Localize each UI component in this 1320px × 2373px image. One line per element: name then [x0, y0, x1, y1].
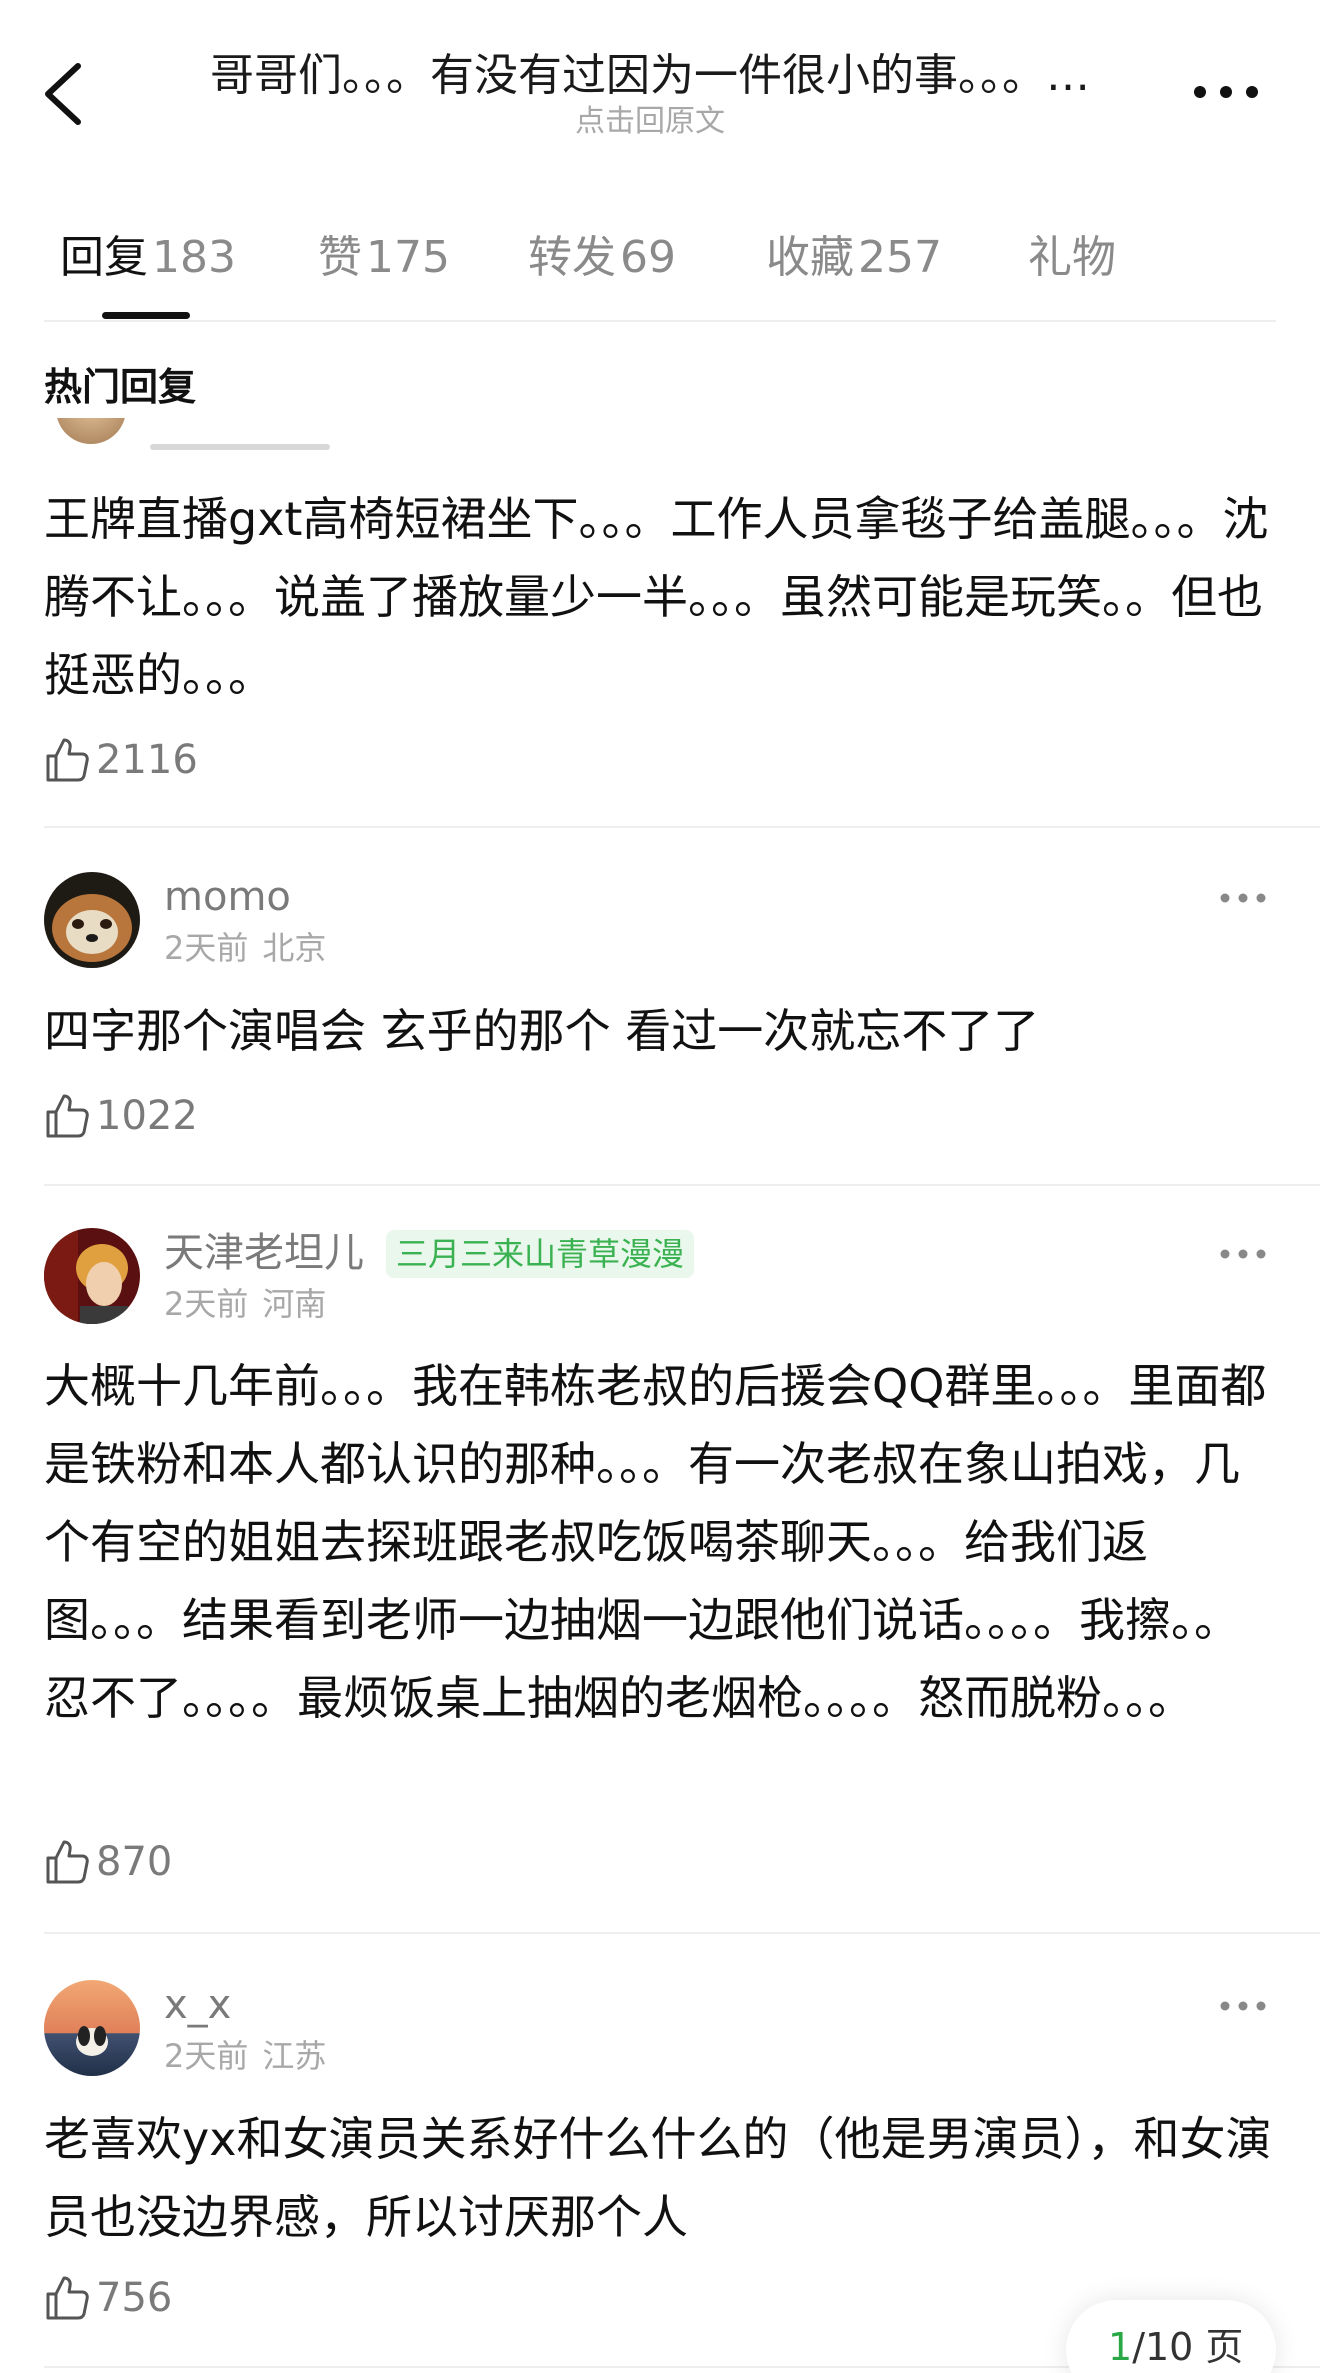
total-pages: /10 页	[1132, 2325, 1244, 2369]
comment-location: 北京	[262, 929, 327, 967]
like-button[interactable]: 2116	[44, 730, 198, 790]
more-options-icon[interactable]	[1190, 72, 1262, 112]
comment-more-icon[interactable]	[1218, 888, 1268, 908]
comment-divider	[44, 1184, 1320, 1186]
avatar[interactable]	[44, 1228, 140, 1324]
page-indicator-text: 1/10 页	[1108, 2322, 1243, 2372]
avatar[interactable]	[56, 418, 126, 458]
tab-label: 礼物	[1028, 232, 1116, 283]
comment-time: 2天前	[164, 1285, 249, 1323]
comment-divider	[44, 1932, 1320, 1934]
like-button[interactable]: 1022	[44, 1086, 198, 1146]
fan-badge[interactable]: 三月三来山青草漫漫	[386, 1230, 695, 1278]
avatar[interactable]	[44, 1980, 140, 2076]
tab-count: 257	[858, 232, 942, 283]
username[interactable]: momo	[164, 872, 291, 922]
avatar[interactable]	[44, 872, 140, 968]
tab-favorites[interactable]: 收藏257	[766, 228, 942, 288]
comment-more-icon[interactable]	[1218, 1996, 1268, 2016]
tab-label: 赞	[318, 232, 362, 283]
hot-replies-heading: 热门回复	[44, 365, 197, 409]
thumbs-up-icon	[46, 1094, 89, 1138]
tabs-divider	[44, 320, 1276, 322]
comment-time: 2天前	[164, 2037, 249, 2075]
post-title[interactable]: 哥哥们。。。有没有过因为一件很小的事。。。…	[170, 46, 1130, 106]
like-button[interactable]: 756	[44, 2268, 172, 2328]
comments-page: 哥哥们。。。有没有过因为一件很小的事。。。… 点击回原文 回复183 赞175 …	[0, 0, 1320, 2373]
username[interactable]: x_x	[164, 1980, 231, 2030]
comment-text[interactable]: 大概十几年前。。。我在韩栋老叔的后援会QQ群里。。。里面都是铁粉和本人都认识的那…	[44, 1347, 1284, 1737]
comment-text[interactable]: 王牌直播gxt高椅短裙坐下。。。工作人员拿毯子给盖腿。。。沈腾不让。。。说盖了播…	[44, 480, 1284, 714]
back-to-post-link[interactable]: 点击回原文	[170, 104, 1130, 140]
tab-count: 183	[152, 232, 236, 283]
comment-text[interactable]: 四字那个演唱会 玄乎的那个 看过一次就忘不了了	[44, 992, 1284, 1070]
like-count: 1022	[96, 1093, 198, 1139]
tab-replies[interactable]: 回复183	[60, 228, 236, 288]
like-count: 2116	[96, 737, 198, 783]
thumbs-up-icon	[46, 738, 89, 782]
tab-label: 转发	[528, 232, 616, 283]
tab-gifts[interactable]: 礼物	[1028, 228, 1116, 288]
tab-count: 175	[366, 232, 450, 283]
tab-count: 69	[620, 232, 676, 283]
tab-label: 收藏	[766, 232, 854, 283]
like-button[interactable]: 870	[44, 1832, 172, 1892]
page-indicator[interactable]: 1/10 页	[1066, 2300, 1276, 2373]
comment-location: 江苏	[262, 2037, 327, 2075]
comment-location: 河南	[262, 1285, 327, 1323]
thumbs-up-icon	[46, 2276, 89, 2320]
comment-divider	[44, 826, 1320, 828]
tab-likes[interactable]: 赞175	[318, 228, 450, 288]
comment-meta: 2天前 江苏	[164, 2036, 326, 2076]
comment-more-icon[interactable]	[1218, 1244, 1268, 1264]
like-count: 870	[96, 1839, 173, 1885]
active-tab-indicator	[102, 312, 190, 319]
username[interactable]: 天津老坦儿	[164, 1228, 364, 1278]
comment-meta: 2天前 河南	[164, 1284, 326, 1324]
thumbs-up-icon	[46, 1840, 89, 1884]
back-arrow-icon[interactable]	[36, 58, 96, 128]
tab-reposts[interactable]: 转发69	[528, 228, 676, 288]
username-cut	[150, 438, 330, 450]
top-bar: 哥哥们。。。有没有过因为一件很小的事。。。… 点击回原文	[0, 0, 1320, 160]
comment-time: 2天前	[164, 929, 249, 967]
tab-label: 回复	[60, 232, 148, 283]
comment-text[interactable]: 老喜欢yx和女演员关系好什么什么的（他是男演员），和女演员也没边界感，所以讨厌那…	[44, 2100, 1284, 2256]
tab-bar: 回复183 赞175 转发69 收藏257 礼物	[0, 220, 1320, 322]
like-count: 756	[96, 2275, 173, 2321]
comment-meta: 2天前 北京	[164, 928, 326, 968]
current-page: 1	[1108, 2325, 1133, 2369]
